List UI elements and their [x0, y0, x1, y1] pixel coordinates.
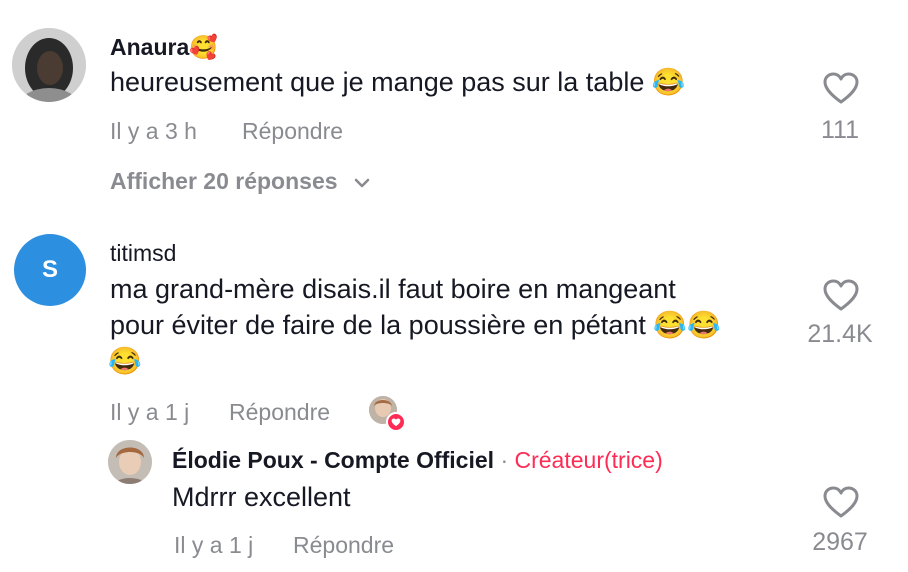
reply-button[interactable]: Répondre: [293, 532, 394, 559]
like-count: 111: [820, 116, 859, 144]
reply-button[interactable]: Répondre: [242, 118, 343, 145]
reply-header: Élodie Poux - Compte Officiel · Créateur…: [172, 447, 663, 474]
avatar-photo: [108, 440, 152, 484]
comment-timestamp: Il y a 1 j: [110, 399, 190, 425]
comment-timestamp: Il y a 3 h: [110, 118, 197, 144]
view-replies-label: Afficher 20 réponses: [110, 168, 338, 194]
separator-dot: ·: [500, 447, 509, 473]
comment-text: heureusement que je mange pas sur la tab…: [110, 67, 686, 97]
heart-badge-icon: [386, 412, 406, 432]
like-button[interactable]: [823, 279, 859, 317]
avatar[interactable]: [108, 440, 152, 484]
like-button[interactable]: [823, 72, 859, 110]
heart-icon: [823, 486, 859, 518]
reply-text: Mdrrr excellent: [172, 482, 351, 512]
creator-badge: Créateur(trice): [514, 447, 663, 473]
like-count: 2967: [812, 528, 868, 556]
view-replies-button[interactable]: Afficher 20 réponses: [110, 168, 370, 195]
avatar[interactable]: S: [14, 234, 86, 306]
comment-text-line-2: pour éviter de faire de la poussière en …: [110, 310, 721, 340]
comment-text-line-3: 😂: [108, 346, 142, 376]
comment-text-line-1: ma grand-mère disais.il faut boire en ma…: [110, 274, 676, 304]
chevron-down-icon: [354, 178, 370, 188]
reply-username[interactable]: Élodie Poux - Compte Officiel: [172, 447, 494, 473]
comment-username[interactable]: titimsd: [110, 240, 176, 267]
like-button[interactable]: [823, 486, 859, 524]
like-count: 21.4K: [807, 320, 873, 348]
reply-button[interactable]: Répondre: [229, 399, 330, 426]
heart-icon: [823, 279, 859, 311]
heart-icon: [823, 72, 859, 104]
avatar[interactable]: [12, 28, 86, 102]
avatar-letter: S: [41, 256, 58, 283]
comment-username[interactable]: Anaura🥰: [110, 34, 218, 61]
reply-timestamp: Il y a 1 j: [174, 532, 254, 558]
avatar-photo: [12, 28, 86, 102]
